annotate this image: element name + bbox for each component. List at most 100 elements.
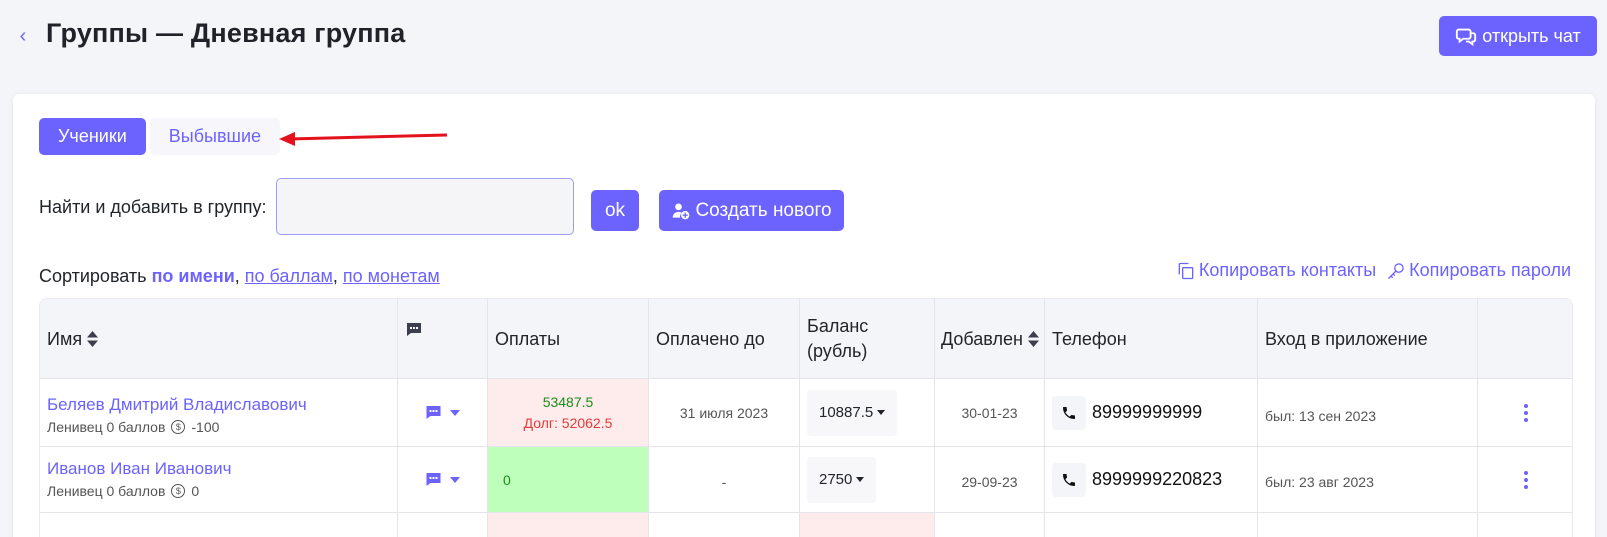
chevron-left-icon[interactable]: ‹ [14,24,32,48]
coin-icon: $ [171,484,186,498]
name-cell: Иванов Иван Иванович Ленивец 0 баллов $ … [40,447,398,512]
caret-down-icon[interactable] [450,476,460,483]
last-login-cell: был: 13 сен 2023 [1258,379,1478,446]
student-level: Ленивец 0 баллов $ -100 [47,419,397,435]
added-date: 30-01-23 [961,404,1018,421]
sort-prefix: Сортировать [39,266,147,286]
phone-icon[interactable] [1052,462,1086,497]
paid-until-value: 31 июля 2023 [679,404,769,421]
added-cell: 30-01-23 [935,379,1045,446]
balance-dropdown[interactable]: 2750 [807,456,877,503]
phone-cell: 89999999999 [1045,379,1258,446]
open-chat-button[interactable]: открыть чат [1439,16,1597,56]
col-name-label: Имя [47,328,83,349]
ok-button[interactable]: ok [591,190,639,231]
comment-cell [398,379,488,446]
col-added[interactable]: Добавлен [935,299,1045,379]
added-cell [935,513,1045,537]
col-name[interactable]: Имя [40,299,398,379]
col-paid-until: Оплачено до [649,299,800,379]
col-comments [398,299,488,379]
phone-icon[interactable] [1052,395,1086,430]
copy-contacts-link[interactable]: Копировать контакты [1176,260,1376,281]
more-actions-icon[interactable] [1524,402,1528,423]
last-login-cell: был: 23 авг 2023 [1258,447,1478,512]
col-actions [1478,299,1574,379]
caret-down-icon [877,410,886,415]
sort-by-coins[interactable]: по монетам [343,266,440,286]
phone-number: 89999999999 [1092,402,1203,422]
col-balance: Баланс (рубль) [800,299,935,379]
paid-until-cell [649,513,800,537]
sort-icon [1027,331,1039,347]
copy-actions: Копировать контакты Копировать пароли [1176,260,1571,281]
caret-down-icon [856,477,865,482]
sort-by-name[interactable]: по имени [152,266,235,286]
copy-icon [1178,262,1194,279]
col-app-login: Вход в приложение [1258,299,1478,379]
paid-until-cell: - [649,447,800,512]
payment-amount: 0 [503,471,511,488]
more-actions-icon[interactable] [1524,469,1528,490]
actions-cell [1478,447,1574,512]
col-payments: Оплаты [488,299,649,379]
add-user-icon [673,203,690,219]
added-date: 29-09-23 [961,473,1018,490]
key-icon [1388,262,1404,279]
col-balance-label-1: Баланс [807,316,869,336]
student-name-link[interactable]: Иванов Иван Иванович [47,459,397,479]
balance-value: 10887.5 [819,404,874,421]
coins-value: -100 [191,419,220,435]
phone-cell [1045,513,1258,537]
table-row [40,513,1572,537]
copy-passwords-label: Копировать пароли [1409,260,1571,280]
tab-students[interactable]: Ученики [39,118,146,155]
payment-cell: 53487.5 Долг: 52062.5 [488,379,649,446]
table-row: Беляев Дмитрий Владиславович Ленивец 0 б… [40,379,1572,447]
payment-amount: 53487.5 [542,394,594,410]
student-search-input[interactable] [276,178,574,235]
comment-cell [398,447,488,512]
payment-cell: 0 [488,447,649,512]
annotation-arrow [279,132,448,146]
sort-row: Сортировать по имени, по баллам, по моне… [39,266,440,286]
name-cell: Беляев Дмитрий Владиславович Ленивец 0 б… [40,379,398,446]
student-name-link[interactable]: Беляев Дмитрий Владиславович [47,395,397,415]
payment-debt: Долг: 52062.5 [523,415,613,431]
comment-icon[interactable] [425,405,442,421]
paid-until-cell: 31 июля 2023 [649,379,800,446]
caret-down-icon[interactable] [450,409,460,416]
comment-icon[interactable] [425,472,442,488]
copy-passwords-link[interactable]: Копировать пароли [1386,260,1571,281]
comment-icon [407,323,421,336]
search-label: Найти и добавить в группу: [39,197,267,217]
tabs: Ученики Выбывшие [39,118,281,155]
open-chat-label: открыть чат [1482,25,1581,46]
students-table: Имя Оплаты Оплачено до Баланс (рубль) До… [39,298,1573,537]
added-cell: 29-09-23 [935,447,1045,512]
create-new-label: Создать нового [695,199,832,221]
level-text: Ленивец 0 баллов [47,483,166,499]
copy-contacts-label: Копировать контакты [1198,260,1377,280]
payment-cell [488,513,649,537]
col-balance-label-2: (рубль) [807,341,868,361]
paid-until-value: - [721,473,727,490]
col-added-label: Добавлен [941,328,1023,349]
balance-cell: 2750 [800,447,935,512]
coins-value: 0 [191,483,200,499]
name-cell [40,513,398,537]
sort-icon [87,331,99,347]
balance-value: 2750 [819,471,853,488]
create-new-button[interactable]: Создать нового [659,190,844,231]
tab-dropped-out[interactable]: Выбывшие [149,118,281,155]
actions-cell [1478,379,1574,446]
page-header: ‹ Группы — Дневная группа открыть чат [0,0,1607,74]
balance-dropdown[interactable]: 10887.5 [807,389,898,436]
sort-by-points[interactable]: по баллам [245,266,333,286]
table-header: Имя Оплаты Оплачено до Баланс (рубль) До… [40,299,1572,379]
chat-bubbles-icon [1456,28,1477,47]
balance-cell [800,513,935,537]
comment-cell [398,513,488,537]
last-login-cell [1258,513,1478,537]
coin-icon: $ [171,420,186,434]
